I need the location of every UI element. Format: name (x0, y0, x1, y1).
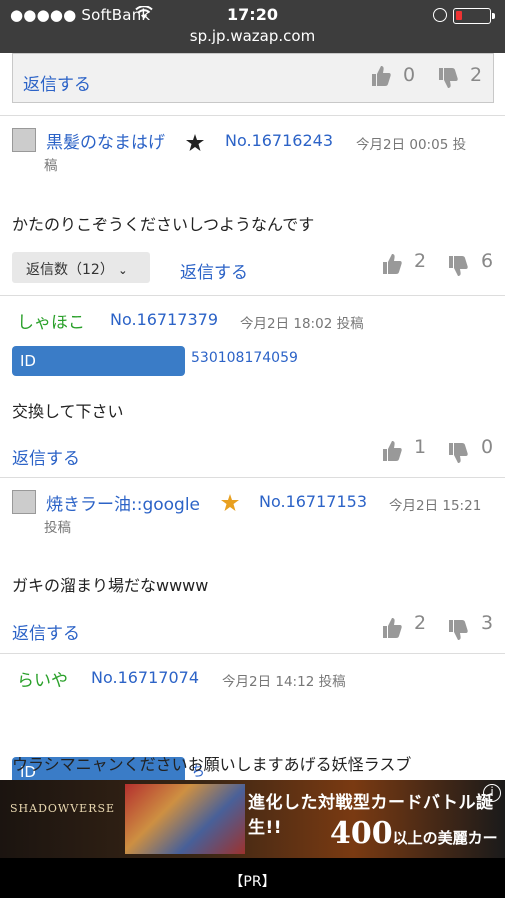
post-number[interactable]: No.16717074 (91, 668, 199, 687)
id-label-bar: ID (12, 346, 185, 376)
post-item: しゃほこ No.16717379 今月2日 18:02 投稿 ID 530108… (0, 296, 505, 478)
rank-badge-icon (186, 134, 204, 152)
ad-banner[interactable]: SHADOWVERSE 進化した対戦型カードバトル誕生!! 400以上の美麗カー… (0, 780, 505, 858)
thumb-down-icon[interactable] (446, 254, 470, 282)
battery-icon (453, 8, 495, 24)
dislike-count: 3 (481, 612, 494, 634)
post-body: ウラシマニャンくださいお願いしますあげる妖怪ラスブ (12, 755, 412, 774)
reply-count-button[interactable]: 返信数（12） ⌄ (12, 252, 150, 283)
author-name[interactable]: しゃほこ (17, 308, 85, 333)
reply-link[interactable]: 返信する (180, 258, 248, 283)
dislike-count: 2 (470, 64, 483, 86)
post-body: かたのりこぞうくださいしつようなんです (12, 215, 315, 234)
dislike-count: 6 (481, 250, 494, 272)
post-number[interactable]: No.16717153 (259, 492, 367, 511)
dislike-count: 0 (481, 436, 494, 458)
thumb-down-icon[interactable] (446, 441, 470, 469)
clock: 17:20 (227, 5, 278, 24)
thumb-up-icon[interactable] (380, 439, 404, 467)
post-body: ガキの溜まり場だなwwww (12, 576, 209, 595)
post-date: 今月2日 00:05 投 (356, 137, 467, 153)
post-number[interactable]: No.16717379 (110, 310, 218, 329)
thumb-up-icon[interactable] (380, 252, 404, 280)
rank-badge-icon (221, 494, 239, 512)
reply-link[interactable]: 返信する (23, 70, 91, 95)
author-name[interactable]: らいや (17, 666, 68, 691)
thumb-down-icon[interactable] (446, 618, 470, 646)
post-date-wrap: 稿 (44, 158, 58, 174)
like-count: 0 (403, 64, 416, 86)
partial-post-box: 返信する 0 2 (12, 53, 494, 103)
avatar[interactable] (12, 490, 36, 514)
ad-brand-logo: SHADOWVERSE (10, 802, 116, 815)
author-name[interactable]: 黒髪のなまはげ (46, 128, 165, 153)
thread-content: 返信する 0 2 黒髪のなまはげ No.16716243 今月2日 00:05 … (0, 53, 505, 780)
post-date: 今月2日 15:21 (389, 498, 482, 514)
status-bar: ●●●●● SoftBank 17:20 sp.jp.wazap.com (0, 0, 505, 53)
chevron-down-icon: ⌄ (118, 264, 128, 277)
thumb-down-icon[interactable] (436, 66, 460, 94)
reply-count-label: 返信数（12） (26, 262, 114, 278)
rotation-lock-icon (433, 8, 447, 22)
id-value[interactable]: 530108174059 (191, 350, 298, 366)
post-date-wrap: 投稿 (44, 520, 71, 536)
reply-link[interactable]: 返信する (12, 444, 80, 469)
like-count: 2 (414, 250, 427, 272)
post-date: 今月2日 18:02 投稿 (240, 316, 364, 332)
ad-number: 400 (330, 816, 393, 851)
post-body: 交換して下さい (12, 402, 124, 421)
thumb-up-icon[interactable] (380, 616, 404, 644)
author-name[interactable]: 焼きラー油::google (46, 490, 200, 515)
ad-card-art (125, 784, 245, 854)
pr-label: 【PR】 (229, 874, 276, 890)
reply-link[interactable]: 返信する (12, 619, 80, 644)
address-bar-url[interactable]: sp.jp.wazap.com (0, 27, 505, 45)
post-item: 黒髪のなまはげ No.16716243 今月2日 00:05 投 稿 かたのりこ… (0, 115, 505, 296)
like-count: 1 (414, 436, 427, 458)
post-number[interactable]: No.16716243 (225, 131, 333, 150)
ad-subtext: 400以上の美麗カード (330, 816, 505, 858)
post-item: 焼きラー油::google No.16717153 今月2日 15:21 投稿 … (0, 478, 505, 654)
thumb-up-icon[interactable] (369, 64, 393, 92)
pr-bar: 【PR】 (0, 858, 505, 898)
like-count: 2 (414, 612, 427, 634)
avatar[interactable] (12, 128, 36, 152)
ad-info-icon[interactable]: i (483, 784, 501, 802)
post-date: 今月2日 14:12 投稿 (222, 674, 346, 690)
